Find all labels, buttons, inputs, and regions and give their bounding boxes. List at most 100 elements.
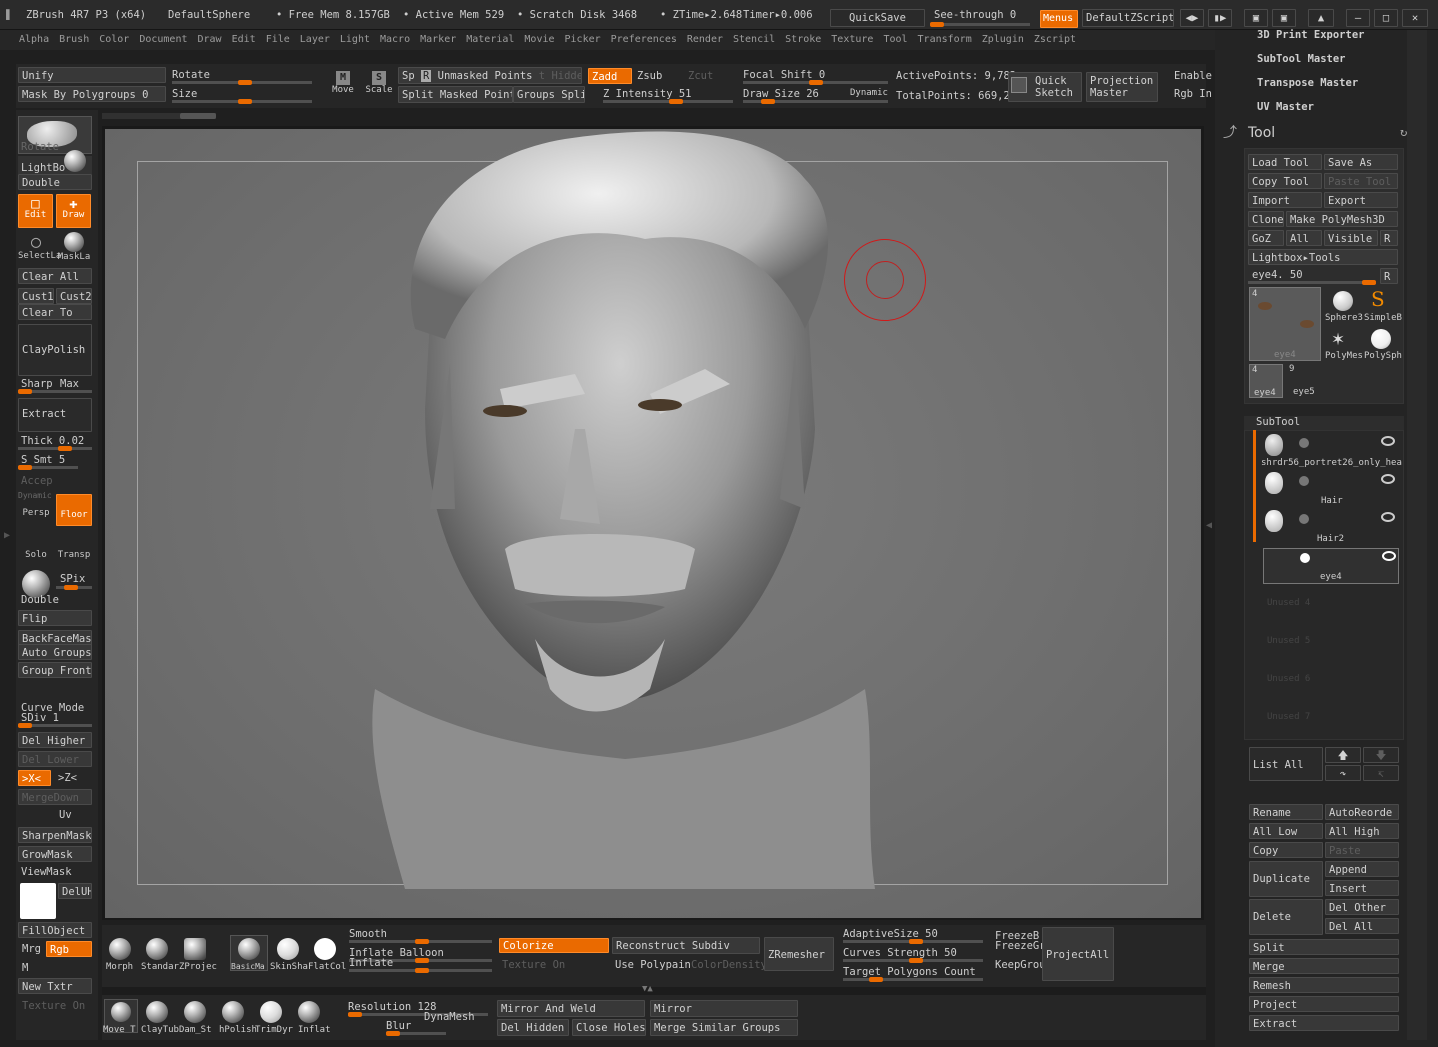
menu-tool[interactable]: Tool (878, 30, 912, 50)
tray-scrollbar[interactable] (1407, 30, 1427, 1040)
rotate-slider[interactable] (172, 80, 312, 85)
mask-lasso-button[interactable]: MaskLa (56, 232, 92, 266)
quicksave-button[interactable]: QuickSave (830, 9, 925, 27)
smooth-label[interactable]: Smooth (349, 928, 387, 940)
adaptive-size-slider[interactable] (843, 939, 983, 944)
draw-size-label[interactable]: Draw Size 26 (743, 88, 819, 100)
del-all-button[interactable]: Del All (1325, 918, 1399, 934)
menu-alpha[interactable]: Alpha (14, 30, 54, 50)
dynamic-label[interactable]: Dynamic (850, 88, 888, 98)
z-symmetry-button[interactable]: >Z< (58, 772, 77, 784)
menu-layer[interactable]: Layer (295, 30, 335, 50)
move-button[interactable]: M Move (326, 67, 360, 105)
menu-picker[interactable]: Picker (560, 30, 606, 50)
menu-movie[interactable]: Movie (519, 30, 559, 50)
menu-render[interactable]: Render (682, 30, 728, 50)
merge-similar-groups-button[interactable]: Merge Similar Groups (650, 1019, 798, 1036)
groups-split-button[interactable]: Groups Split (513, 86, 585, 103)
visibility-eye-icon[interactable] (1381, 512, 1395, 522)
zproject-brush-icon[interactable] (184, 938, 206, 960)
mirror-and-weld-button[interactable]: Mirror And Weld (497, 1000, 645, 1017)
m-button[interactable]: M (22, 962, 28, 974)
target-polygons-label[interactable]: Target Polygons Count (843, 966, 976, 978)
spix-label[interactable]: SPix (60, 573, 85, 585)
transpose-master-item[interactable]: Transpose Master (1257, 77, 1358, 89)
rgb-button[interactable]: Rgb (46, 941, 92, 957)
group-front-button[interactable]: Group Front (18, 662, 92, 678)
clone-button[interactable]: Clone (1248, 211, 1284, 227)
delete-button[interactable]: Delete (1249, 899, 1323, 935)
rename-button[interactable]: Rename (1249, 804, 1323, 820)
split-subpalette[interactable]: Split (1249, 939, 1399, 955)
select-lasso-button[interactable]: ◯ SelectLa (18, 232, 61, 266)
menu-brush[interactable]: Brush (54, 30, 94, 50)
deluh-button[interactable]: DelUH (58, 883, 92, 899)
size-label[interactable]: Size (172, 88, 197, 100)
size-slider[interactable] (172, 99, 312, 104)
menu-draw[interactable]: Draw (193, 30, 227, 50)
scale-button[interactable]: S Scale (362, 67, 396, 105)
curves-strength-label[interactable]: Curves Strength 50 (843, 947, 957, 959)
subtool-row-1[interactable]: Hair (1263, 472, 1397, 508)
hpolish-brush-icon[interactable] (222, 1001, 244, 1023)
extract-button[interactable]: Extract (18, 398, 92, 432)
colorize-button[interactable]: Colorize (499, 938, 609, 953)
trimdynamic-brush-icon[interactable] (260, 1001, 282, 1023)
flip-button[interactable]: Flip (18, 610, 92, 626)
curves-strength-slider[interactable] (843, 958, 983, 963)
smooth-slider[interactable] (349, 939, 492, 944)
subtool-scrollbar[interactable] (1253, 430, 1256, 542)
copy-tool-button[interactable]: Copy Tool (1248, 173, 1322, 189)
uv-button[interactable]: Uv (59, 809, 72, 821)
s-smt-slider[interactable] (18, 465, 78, 470)
color-swatch[interactable] (20, 883, 56, 919)
polypaint-toggle-icon[interactable] (1300, 553, 1310, 563)
sharpen-mask-button[interactable]: SharpenMask (18, 827, 92, 843)
export-button[interactable]: Export (1324, 192, 1398, 208)
tool-thumb-eye4-large[interactable]: 4 eye4 (1249, 287, 1321, 361)
goz-r-button[interactable]: R (1380, 230, 1398, 246)
auto-groups-button[interactable]: Auto Groups (18, 644, 92, 660)
save-as-button[interactable]: Save As (1324, 154, 1398, 170)
adaptive-size-label[interactable]: AdaptiveSize 50 (843, 928, 938, 940)
zadd-button[interactable]: Zadd (588, 68, 632, 84)
menu-zplugin[interactable]: Zplugin (977, 30, 1029, 50)
blur-slider[interactable] (386, 1031, 446, 1036)
tool-r-button[interactable]: R (1380, 268, 1398, 284)
clear-to-button[interactable]: Clear To (18, 304, 92, 320)
lightbox-button[interactable]: LightBo (18, 150, 92, 174)
inflate-label[interactable]: Inflate (349, 957, 393, 969)
menu-macro[interactable]: Macro (375, 30, 415, 50)
arrow-down-icon[interactable]: ↸ (1363, 765, 1399, 781)
all-low-button[interactable]: All Low (1249, 823, 1323, 839)
view-mask-button[interactable]: ViewMask (21, 866, 72, 878)
simplebrush-thumb[interactable]: S (1371, 287, 1385, 311)
polypaint-toggle-icon[interactable] (1299, 514, 1309, 524)
del-hidden-button[interactable]: Del Hidden (497, 1019, 569, 1036)
transp-button[interactable]: Transp (56, 534, 92, 564)
sphere3d-thumb[interactable] (1333, 291, 1353, 311)
load-tool-button[interactable]: Load Tool (1248, 154, 1322, 170)
claypolish-button[interactable]: ClayPolish (18, 324, 92, 376)
menu-transform[interactable]: Transform (913, 30, 977, 50)
z-intensity-slider[interactable] (603, 99, 733, 104)
claytube-brush-icon[interactable] (146, 1001, 168, 1023)
sdiv-slider[interactable] (18, 723, 92, 728)
double2-button[interactable]: Double (21, 594, 59, 606)
shelf-divider[interactable]: ▼▲ (102, 984, 1206, 995)
subtool-row-0[interactable]: shrdr56_portret26_only_hea (1261, 434, 1402, 470)
paste-tool-button[interactable]: Paste Tool (1324, 173, 1398, 189)
subtool-row-3-selected[interactable]: eye4 (1263, 548, 1399, 584)
standard-brush-icon[interactable] (146, 938, 168, 960)
projection-master-button[interactable]: Projection Master (1086, 72, 1158, 102)
copy-button[interactable]: Copy (1249, 842, 1323, 858)
polysphere-thumb[interactable] (1371, 329, 1391, 349)
max-button[interactable]: Max (60, 378, 79, 390)
fill-object-button[interactable]: FillObject (18, 922, 92, 938)
maximize-icon[interactable]: □ (1374, 9, 1398, 27)
move-up-arrow-icon[interactable]: 🡅 (1325, 747, 1361, 763)
inflate-brush-icon[interactable] (298, 1001, 320, 1023)
dynamesh-button[interactable]: DynaMesh (424, 1011, 475, 1023)
project-all-button[interactable]: ProjectAll (1042, 927, 1114, 981)
menu-edit[interactable]: Edit (227, 30, 261, 50)
